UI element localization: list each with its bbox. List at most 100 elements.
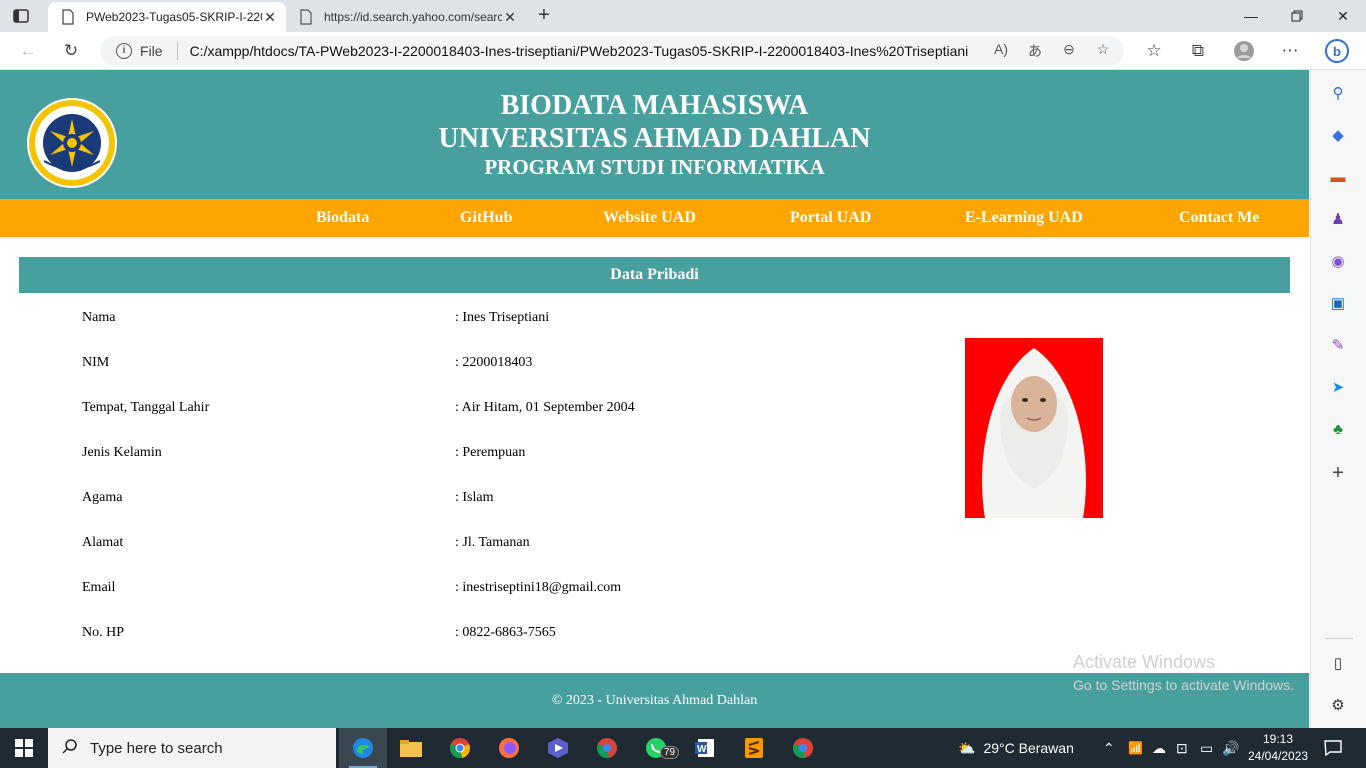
whatsapp-badge: 79 (660, 746, 680, 759)
microsoft365-icon[interactable]: ◉ (1328, 251, 1348, 271)
favorites-icon[interactable]: ☆ (1141, 39, 1167, 63)
read-aloud-icon[interactable]: A) (990, 41, 1012, 61)
network-icon[interactable]: 📶 (1128, 728, 1143, 768)
notifications-icon[interactable] (1324, 728, 1342, 768)
section-title: Data Pribadi (19, 257, 1290, 293)
new-tab-button[interactable]: + (534, 5, 554, 26)
field-row: Nama : Ines Triseptiani (0, 310, 900, 330)
info-icon[interactable]: i (116, 43, 132, 59)
search-icon[interactable]: ⚲ (1328, 83, 1348, 103)
svg-text:W: W (697, 744, 707, 755)
shopping-tag-icon[interactable]: ◆ (1328, 125, 1348, 145)
nav-biodata[interactable]: Biodata (316, 209, 369, 227)
watermark-title: Activate Windows (1073, 652, 1216, 672)
chrome-profile-icon[interactable] (583, 728, 631, 768)
sublime-icon[interactable] (730, 728, 778, 768)
watermark-subtitle: Go to Settings to activate Windows. (1073, 677, 1294, 693)
taskbar-clock[interactable]: 19:13 24/04/2023 (1248, 731, 1308, 765)
divider (176, 42, 178, 60)
taskbar-search-box[interactable]: Type here to search (48, 728, 336, 768)
field-row: Tempat, Tanggal Lahir : Air Hitam, 01 Se… (0, 400, 900, 420)
field-value: : Ines Triseptiani (455, 310, 550, 325)
file-explorer-icon[interactable] (387, 728, 435, 768)
translate-icon[interactable]: あ (1024, 41, 1046, 61)
field-row: NIM : 2200018403 (0, 355, 900, 375)
field-value: : 0822-6863-7565 (455, 625, 556, 640)
browser-toolbar: ← ↻ i File C:/xampp/htdocs/TA-PWeb2023-I… (0, 32, 1366, 70)
app-icon[interactable] (534, 728, 582, 768)
nav-contact-me[interactable]: Contact Me (1179, 209, 1259, 227)
field-label: Alamat (82, 535, 124, 550)
profile-photo (965, 338, 1103, 518)
tab-title: PWeb2023-Tugas05-SKRIP-I-2200018403-Ines (86, 10, 262, 24)
browser-tab-inactive[interactable]: https://id.search.yahoo.com/search ✕ (290, 2, 526, 32)
header-title-2: UNIVERSITAS AHMAD DAHLAN (438, 123, 871, 154)
activate-windows-watermark: Activate Windows Go to Settings to activ… (1073, 652, 1294, 693)
field-label: Nama (82, 310, 116, 325)
field-row: Jenis Kelamin : Perempuan (0, 445, 900, 465)
chrome-icon-2[interactable] (779, 728, 827, 768)
whatsapp-icon[interactable]: 79 (632, 728, 680, 768)
send-icon[interactable]: ➤ (1328, 377, 1348, 397)
windows-start-icon[interactable] (0, 728, 48, 768)
nav-github[interactable]: GitHub (460, 209, 512, 227)
close-tab-icon[interactable]: ✕ (502, 9, 518, 25)
nav-portal-uad[interactable]: Portal UAD (790, 209, 871, 227)
bing-icon[interactable]: b (1324, 39, 1350, 63)
nav-website-uad[interactable]: Website UAD (603, 209, 696, 227)
nav-elearning-uad[interactable]: E-Learning UAD (965, 209, 1083, 227)
tab-actions-icon[interactable] (10, 6, 32, 26)
add-icon[interactable]: + (1328, 462, 1348, 484)
tools-icon[interactable]: ▬ (1328, 167, 1348, 187)
games-icon[interactable]: ♟ (1328, 209, 1348, 229)
meet-icon[interactable]: ⊡ (1176, 728, 1188, 768)
volume-icon[interactable]: 🔊 (1222, 728, 1239, 768)
word-icon[interactable]: W (681, 728, 729, 768)
header-title-3: PROGRAM STUDI INFORMATIKA (484, 155, 825, 179)
field-label: No. HP (82, 625, 125, 640)
header-title-1: BIODATA MAHASISWA (500, 90, 809, 121)
collections-icon[interactable]: ⧉ (1185, 39, 1211, 63)
chrome-icon[interactable] (436, 728, 484, 768)
favorite-add-icon[interactable]: ☆ (1092, 41, 1114, 61)
field-value: : inestriseptini18@gmail.com (455, 580, 622, 595)
restore-icon[interactable] (1274, 0, 1320, 32)
search-icon (62, 738, 82, 758)
address-bar[interactable]: i File C:/xampp/htdocs/TA-PWeb2023-I-220… (100, 36, 1124, 66)
page-header: BIODATA MAHASISWA UNIVERSITAS AHMAD DAHL… (0, 70, 1309, 199)
tree-icon[interactable]: ♣ (1328, 419, 1348, 439)
nav-bar: Biodata GitHub Website UAD Portal UAD E-… (0, 199, 1309, 237)
cloud-icon[interactable]: ☁ (1152, 728, 1166, 768)
designer-icon[interactable]: ✎ (1328, 335, 1348, 355)
edge-app-icon[interactable] (339, 728, 387, 768)
field-label: NIM (82, 355, 110, 370)
page-icon (62, 9, 74, 25)
sidebar-toggle-icon[interactable]: ▯ (1328, 653, 1348, 673)
zoom-icon[interactable]: ⊖ (1058, 41, 1080, 61)
field-label: Email (82, 580, 116, 595)
outlook-icon[interactable]: ▣ (1328, 293, 1348, 313)
browser-tab-strip: PWeb2023-Tugas05-SKRIP-I-2200018403-Ines… (0, 0, 1366, 32)
battery-icon[interactable]: ▭ (1200, 728, 1213, 768)
minimize-icon[interactable]: — (1228, 0, 1274, 32)
back-icon[interactable]: ← (15, 39, 41, 63)
web-page: BIODATA MAHASISWA UNIVERSITAS AHMAD DAHL… (0, 70, 1309, 728)
field-value: : Jl. Tamanan (455, 535, 530, 550)
divider (1325, 638, 1353, 639)
tray-chevron-icon[interactable]: ⌃ (1103, 728, 1115, 768)
field-row: Agama : Islam (0, 490, 900, 510)
url-text[interactable]: C:/xampp/htdocs/TA-PWeb2023-I-2200018403… (190, 43, 980, 59)
weather-widget[interactable]: ⛅ 29°C Berawan (958, 728, 1074, 768)
settings-gear-icon[interactable]: ⚙ (1328, 695, 1348, 715)
profile-avatar[interactable] (1231, 39, 1257, 63)
close-tab-icon[interactable]: ✕ (262, 9, 278, 25)
refresh-icon[interactable]: ↻ (58, 39, 84, 63)
weather-text: 29°C Berawan (983, 740, 1074, 756)
close-window-icon[interactable]: ✕ (1320, 0, 1366, 32)
browser-tab-active[interactable]: PWeb2023-Tugas05-SKRIP-I-2200018403-Ines… (48, 2, 286, 32)
firefox-icon[interactable] (485, 728, 533, 768)
field-value: : Perempuan (455, 445, 526, 460)
windows-taskbar: Type here to search 79 W ⛅ 29°C Berawan … (0, 728, 1366, 768)
field-row: Alamat : Jl. Tamanan (0, 535, 900, 555)
more-menu-icon[interactable]: ⋯ (1277, 39, 1303, 63)
